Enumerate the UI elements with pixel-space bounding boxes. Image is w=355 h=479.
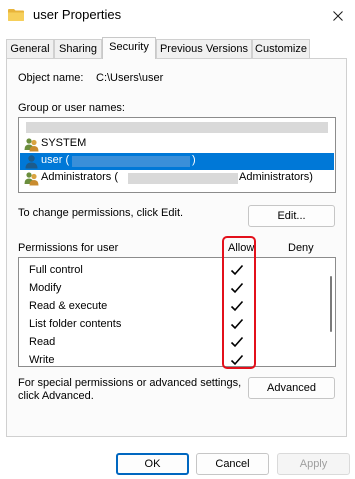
permission-row: Read xyxy=(19,333,319,351)
group-row-system[interactable]: SYSTEM xyxy=(20,136,334,153)
group-label-user: user ( xyxy=(41,154,70,166)
group-list-label: Group or user names: xyxy=(18,102,125,114)
user-icon xyxy=(25,155,38,169)
group-user-list: SYSTEM user ( ) Administrators (Adminis… xyxy=(18,117,336,193)
deny-header: Deny xyxy=(288,242,314,254)
permission-name: Full control xyxy=(29,264,83,276)
properties-window: user Properties General Sharing Security… xyxy=(0,0,355,479)
tab-general[interactable]: General xyxy=(6,39,54,58)
permission-name: Read xyxy=(29,336,56,348)
tab-security[interactable]: Security xyxy=(102,37,156,59)
security-panel: Object name: C:\Users\user Group or user… xyxy=(6,58,347,437)
permissions-label: Permissions for user xyxy=(18,242,119,254)
tab-customize[interactable]: Customize xyxy=(252,39,310,58)
group-label-administrators-end: Administrators) xyxy=(239,171,313,183)
permission-row: Write xyxy=(19,351,319,369)
close-button[interactable] xyxy=(321,0,355,32)
permission-name: Write xyxy=(29,354,55,366)
redacted-text xyxy=(128,173,238,184)
group-users-icon xyxy=(24,138,39,152)
group-row-administrators[interactable]: Administrators ( Administrators) xyxy=(20,170,334,187)
group-label-system: SYSTEM xyxy=(41,137,87,149)
special-permissions-text-line1: For special permissions or advanced sett… xyxy=(18,377,242,389)
object-name-label: Object name: xyxy=(18,72,84,84)
object-name-value: C:\Users\user xyxy=(96,72,164,84)
permission-row: List folder contents xyxy=(19,315,319,333)
group-label-administrators: Administrators ( xyxy=(41,171,119,183)
tab-previous-versions[interactable]: Previous Versions xyxy=(156,39,252,58)
redacted-text xyxy=(72,156,190,167)
apply-button[interactable]: Apply xyxy=(277,453,350,475)
window-title: user Properties xyxy=(33,7,122,22)
ok-button[interactable]: OK xyxy=(116,453,189,475)
redacted-text xyxy=(26,122,328,133)
edit-button[interactable]: Edit... xyxy=(248,205,335,227)
cancel-button[interactable]: Cancel xyxy=(196,453,269,475)
change-permissions-text: To change permissions, click Edit. xyxy=(18,207,184,219)
permission-name: List folder contents xyxy=(29,318,122,330)
permission-row: Modify xyxy=(19,279,319,297)
scrollbar-thumb[interactable] xyxy=(330,276,332,332)
tab-sharing[interactable]: Sharing xyxy=(54,39,102,58)
permission-name: Modify xyxy=(29,282,62,294)
group-row-redacted[interactable] xyxy=(20,119,334,136)
allow-highlight-box xyxy=(222,236,256,369)
special-permissions-text-line2: click Advanced. xyxy=(18,390,94,402)
permission-row: Read & execute xyxy=(19,297,319,315)
permission-row: Full control xyxy=(19,261,319,279)
group-users-icon xyxy=(24,172,39,186)
permissions-list: Full control Modify Read & execute List … xyxy=(18,257,336,367)
title-bar: user Properties xyxy=(0,0,355,32)
group-label-user-end: ) xyxy=(192,154,196,166)
advanced-button[interactable]: Advanced xyxy=(248,377,335,399)
group-row-user[interactable]: user ( ) xyxy=(20,153,334,170)
close-icon xyxy=(333,11,343,21)
permission-name: Read & execute xyxy=(29,300,108,312)
folder-icon xyxy=(8,9,24,21)
